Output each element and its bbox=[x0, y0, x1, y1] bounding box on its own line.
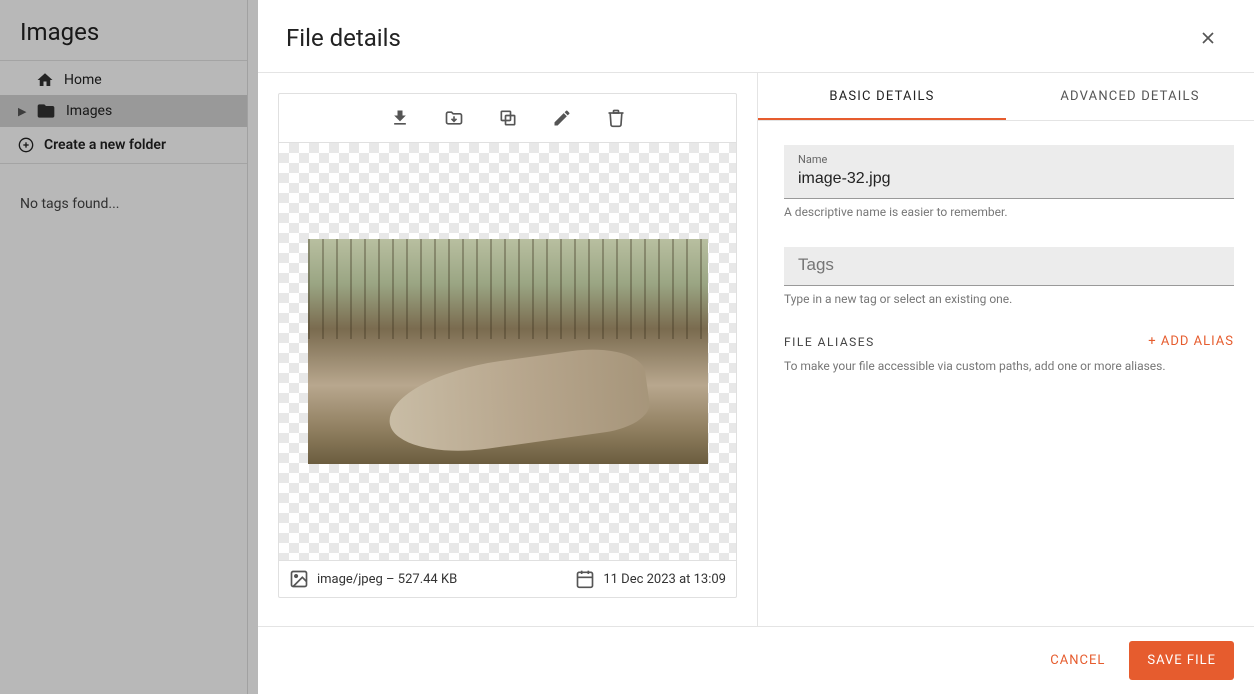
preview-toolbar bbox=[279, 94, 736, 143]
modal-title: File details bbox=[286, 24, 401, 52]
tags-field-wrapper bbox=[784, 247, 1234, 286]
delete-button[interactable] bbox=[606, 108, 626, 128]
tabs: BASIC DETAILS ADVANCED DETAILS bbox=[758, 73, 1254, 121]
name-helper: A descriptive name is easier to remember… bbox=[784, 205, 1234, 219]
aliases-helper: To make your file accessible via custom … bbox=[784, 359, 1234, 373]
add-alias-button[interactable]: + ADD ALIAS bbox=[1148, 334, 1234, 349]
image-icon bbox=[289, 569, 309, 589]
preview-card: image/jpeg – 527.44 KB 11 Dec 2023 at 13… bbox=[278, 93, 737, 598]
calendar-icon bbox=[575, 569, 595, 589]
move-button[interactable] bbox=[444, 108, 464, 128]
basic-details-form: Name A descriptive name is easier to rem… bbox=[758, 121, 1254, 393]
tags-input[interactable] bbox=[798, 255, 1220, 275]
aliases-label: FILE ALIASES bbox=[784, 335, 875, 349]
name-label: Name bbox=[798, 153, 1220, 166]
details-pane: BASIC DETAILS ADVANCED DETAILS Name A de… bbox=[758, 73, 1254, 626]
file-meta: image/jpeg – 527.44 KB 11 Dec 2023 at 13… bbox=[279, 560, 736, 597]
image-thumbnail bbox=[308, 239, 708, 464]
tab-advanced-details[interactable]: ADVANCED DETAILS bbox=[1006, 73, 1254, 120]
modal-body: image/jpeg – 527.44 KB 11 Dec 2023 at 13… bbox=[258, 73, 1254, 626]
tab-basic-details[interactable]: BASIC DETAILS bbox=[758, 73, 1006, 120]
save-file-button[interactable]: SAVE FILE bbox=[1129, 641, 1234, 680]
preview-canvas bbox=[279, 143, 736, 560]
copy-button[interactable] bbox=[498, 108, 518, 128]
name-input[interactable] bbox=[798, 170, 1220, 188]
file-details-modal: File details bbox=[258, 0, 1254, 694]
file-type-size: image/jpeg – 527.44 KB bbox=[317, 572, 457, 587]
edit-button[interactable] bbox=[552, 108, 572, 128]
name-field-wrapper: Name bbox=[784, 145, 1234, 199]
cancel-button[interactable]: CANCEL bbox=[1042, 643, 1113, 678]
close-button[interactable] bbox=[1194, 24, 1222, 52]
file-date: 11 Dec 2023 at 13:09 bbox=[603, 572, 726, 587]
modal-footer: CANCEL SAVE FILE bbox=[258, 626, 1254, 694]
preview-pane: image/jpeg – 527.44 KB 11 Dec 2023 at 13… bbox=[258, 73, 758, 626]
aliases-header: FILE ALIASES + ADD ALIAS bbox=[784, 334, 1234, 349]
download-button[interactable] bbox=[390, 108, 410, 128]
modal-header: File details bbox=[258, 0, 1254, 73]
tags-helper: Type in a new tag or select an existing … bbox=[784, 292, 1234, 306]
